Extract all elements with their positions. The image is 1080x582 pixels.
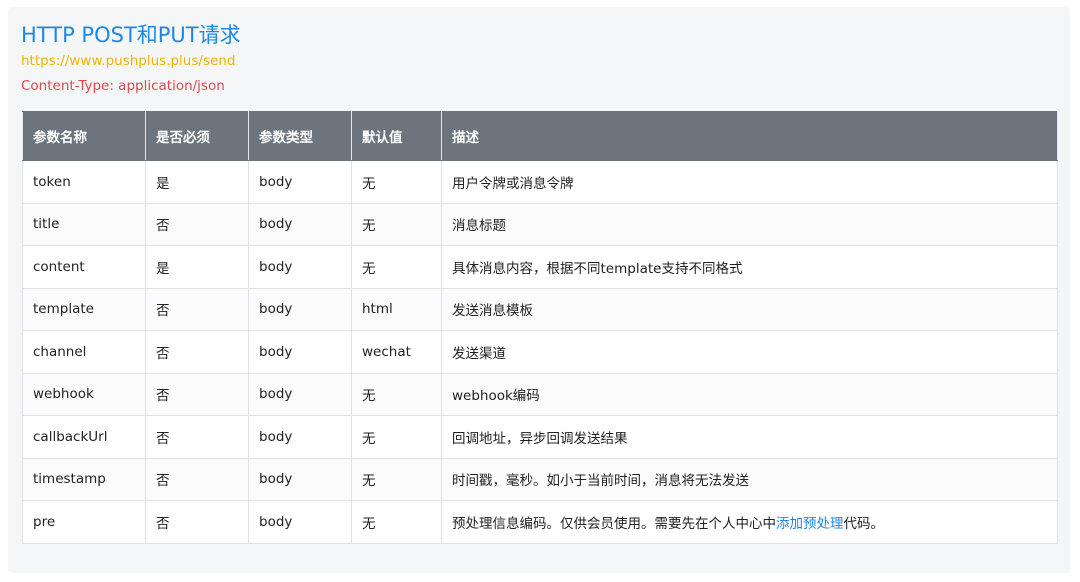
param-type: body — [248, 245, 352, 289]
add-preprocess-link[interactable]: 添加预处理 — [776, 516, 844, 532]
param-description: 预处理信息编码。仅供会员使用。需要先在个人中心中添加预处理代码。 — [441, 500, 1058, 544]
table-row: content 是 body 无 具体消息内容，根据不同template支持不同… — [22, 245, 1058, 289]
param-default: 无 — [351, 245, 442, 289]
param-required: 否 — [145, 202, 249, 246]
param-default: wechat — [351, 330, 442, 374]
api-doc-panel: HTTP POST和PUT请求 https://www.pushplus.plu… — [8, 7, 1070, 573]
table-header-row: 参数名称 是否必须 参数类型 默认值 描述 — [22, 111, 1058, 161]
param-name: content — [22, 245, 146, 289]
param-required: 否 — [145, 415, 249, 459]
param-default: 无 — [351, 202, 442, 246]
col-header-type: 参数类型 — [248, 111, 352, 161]
param-default: 无 — [351, 500, 442, 544]
param-required: 是 — [145, 160, 249, 204]
param-description-text: 预处理信息编码。仅供会员使用。需要先在个人中心中 — [452, 515, 776, 532]
param-default: html — [351, 287, 442, 331]
param-description: 回调地址，异步回调发送结果 — [441, 415, 1058, 459]
param-required: 否 — [145, 287, 249, 331]
page-title: HTTP POST和PUT请求 — [21, 23, 241, 47]
table-row: pre 否 body 无 预处理信息编码。仅供会员使用。需要先在个人中心中添加预… — [22, 500, 1058, 544]
param-required: 否 — [145, 372, 249, 416]
param-description-suffix: 代码。 — [843, 515, 885, 532]
param-type: body — [248, 372, 352, 416]
table-row: timestamp 否 body 无 时间戳，毫秒。如小于当前时间，消息将无法发… — [22, 457, 1058, 501]
param-name: timestamp — [22, 457, 146, 501]
table-row: template 否 body html 发送消息模板 — [22, 287, 1058, 331]
params-table: 参数名称 是否必须 参数类型 默认值 描述 token 是 body 无 用户令… — [22, 111, 1058, 544]
table-row: token 是 body 无 用户令牌或消息令牌 — [22, 160, 1058, 204]
param-description: 发送消息模板 — [441, 287, 1058, 331]
param-description: 具体消息内容，根据不同template支持不同格式 — [441, 245, 1058, 289]
param-required: 否 — [145, 330, 249, 374]
param-default: 无 — [351, 160, 442, 204]
param-description: 发送渠道 — [441, 330, 1058, 374]
col-header-required: 是否必须 — [145, 111, 249, 161]
param-required: 否 — [145, 500, 249, 544]
col-header-description: 描述 — [441, 111, 1058, 161]
param-default: 无 — [351, 457, 442, 501]
param-name: token — [22, 160, 146, 204]
param-name: callbackUrl — [22, 415, 146, 459]
endpoint-url: https://www.pushplus.plus/send — [21, 53, 236, 69]
content-type-label: Content-Type: application/json — [21, 78, 225, 94]
param-default: 无 — [351, 372, 442, 416]
param-name: channel — [22, 330, 146, 374]
param-type: body — [248, 500, 352, 544]
param-required: 否 — [145, 457, 249, 501]
col-header-name: 参数名称 — [22, 111, 146, 161]
table-row: webhook 否 body 无 webhook编码 — [22, 372, 1058, 416]
col-header-default: 默认值 — [351, 111, 442, 161]
table-row: callbackUrl 否 body 无 回调地址，异步回调发送结果 — [22, 415, 1058, 459]
param-name: webhook — [22, 372, 146, 416]
param-type: body — [248, 415, 352, 459]
param-description: 用户令牌或消息令牌 — [441, 160, 1058, 204]
param-type: body — [248, 457, 352, 501]
param-description: 消息标题 — [441, 202, 1058, 246]
param-description: 时间戳，毫秒。如小于当前时间，消息将无法发送 — [441, 457, 1058, 501]
param-name: template — [22, 287, 146, 331]
param-type: body — [248, 160, 352, 204]
param-default: 无 — [351, 415, 442, 459]
param-name: pre — [22, 500, 146, 544]
param-name: title — [22, 202, 146, 246]
param-description: webhook编码 — [441, 372, 1058, 416]
table-row: channel 否 body wechat 发送渠道 — [22, 330, 1058, 374]
param-type: body — [248, 287, 352, 331]
param-type: body — [248, 330, 352, 374]
param-type: body — [248, 202, 352, 246]
table-row: title 否 body 无 消息标题 — [22, 202, 1058, 246]
param-required: 是 — [145, 245, 249, 289]
